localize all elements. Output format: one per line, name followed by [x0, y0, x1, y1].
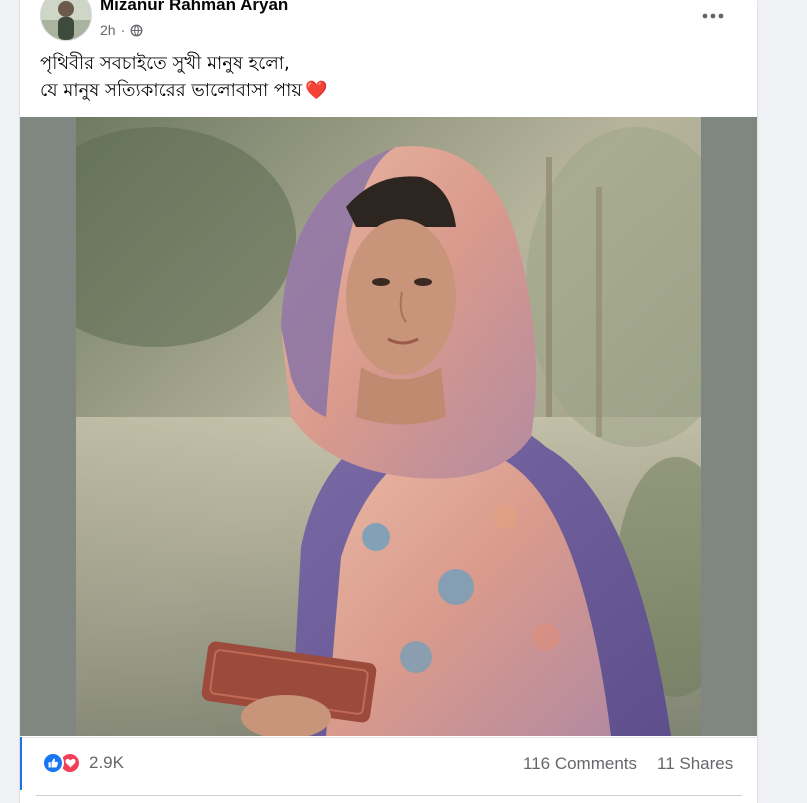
avatar-photo [41, 0, 91, 40]
more-options-button[interactable] [695, 4, 731, 28]
post-text-line-2-wrap: যে মানুষ সত্যিকারের ভালোবাসা পায় ❤️ [40, 77, 730, 104]
post-card: Mizanur Rahman Aryan 2h · পৃথিবীর সবচাইত… [20, 0, 757, 803]
focus-accent [20, 737, 22, 790]
post-time[interactable]: 2h [100, 22, 116, 38]
globe-icon [130, 24, 143, 37]
more-options-icon [702, 13, 724, 19]
actions-divider [36, 795, 742, 796]
author-name[interactable]: Mizanur Rahman Aryan [100, 0, 288, 15]
reactions-count: 2.9K [89, 753, 124, 772]
comments-count-link[interactable]: 116 Comments [523, 754, 637, 774]
author-avatar[interactable] [40, 0, 92, 41]
like-icon [42, 752, 64, 774]
meta-separator: · [120, 22, 126, 38]
shares-count-link[interactable]: 11 Shares [657, 754, 733, 774]
post-photo[interactable] [76, 117, 701, 736]
media-divider [20, 737, 757, 738]
post-text: পৃথিবীর সবচাইতে সুখী মানুষ হলো, যে মানুষ… [40, 50, 730, 104]
post-text-line-2: যে মানুষ সত্যিকারের ভালোবাসা পায় [40, 80, 302, 101]
reactions-summary[interactable]: 2.9K [42, 752, 124, 774]
photo-image [76, 117, 701, 736]
post-meta: 2h · [100, 22, 143, 38]
post-media[interactable] [20, 117, 757, 736]
post-text-line-1: পৃথিবীর সবচাইতে সুখী মানুষ হলো, [40, 53, 290, 74]
heart-emoji-icon: ❤️ [304, 80, 328, 101]
